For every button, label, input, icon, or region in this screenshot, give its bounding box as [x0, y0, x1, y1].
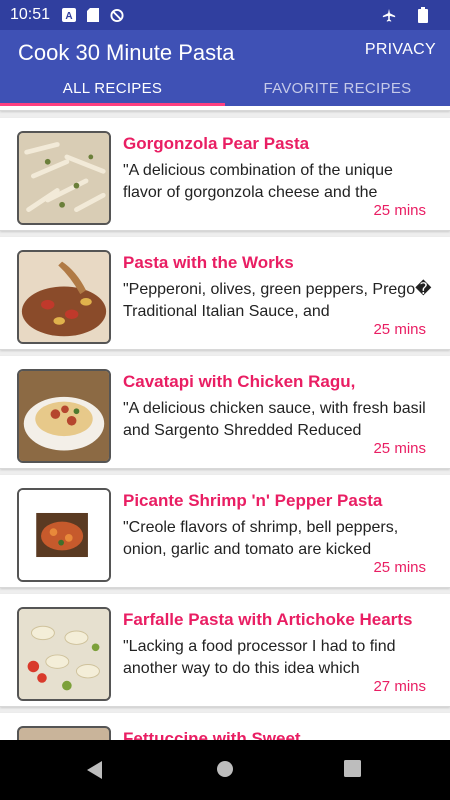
navigation-bar	[0, 740, 450, 800]
home-icon[interactable]	[216, 760, 236, 780]
recipe-title: Picante Shrimp 'n' Pepper Pasta	[123, 491, 383, 510]
recipe-card[interactable]: Gorgonzola Pear Pasta "A delicious combi…	[0, 118, 450, 231]
recipe-title: Farfalle Pasta with Artichoke Hearts	[123, 610, 413, 629]
back-icon[interactable]	[86, 760, 106, 780]
recipe-card[interactable]: Farfalle Pasta with Artichoke Hearts "La…	[0, 594, 450, 707]
no-data-icon	[110, 8, 124, 22]
recipe-description: "Creole flavors of shrimp, bell peppers,…	[123, 519, 399, 558]
recipe-card[interactable]: Cavatapi with Chicken Ragu, "A delicious…	[0, 356, 450, 469]
app-title: Cook 30 Minute Pasta	[18, 40, 235, 65]
status-time: 10:51	[10, 6, 51, 23]
recipe-description: "A delicious combination of the unique f…	[123, 162, 393, 201]
recents-icon[interactable]	[344, 760, 364, 780]
recipe-card[interactable]: Picante Shrimp 'n' Pepper Pasta "Creole …	[0, 475, 450, 588]
tab-all-recipes[interactable]: ALL RECIPES	[0, 74, 225, 106]
recipe-time: 25 mins	[373, 321, 426, 338]
tab-bar: ALL RECIPES FAVORITE RECIPES	[0, 74, 450, 106]
recipe-image	[17, 369, 111, 463]
recipe-time: 27 mins	[373, 678, 426, 695]
svg-text:A: A	[65, 11, 72, 22]
status-bar: 10:51 A	[0, 0, 450, 30]
tab-favorite-recipes[interactable]: FAVORITE RECIPES	[225, 74, 450, 106]
recipe-description: "Pepperoni, olives, green peppers, Prego…	[123, 281, 432, 320]
privacy-button[interactable]: PRIVACY	[365, 41, 436, 59]
recipe-image	[17, 131, 111, 225]
recipe-card[interactable]: Fettuccine with Sweet	[0, 713, 450, 740]
recipe-time: 25 mins	[373, 202, 426, 219]
a-icon: A	[62, 8, 77, 22]
sd-card-icon	[86, 8, 100, 22]
recipe-title: Pasta with the Works	[123, 253, 294, 272]
recipe-time: 25 mins	[373, 559, 426, 576]
recipe-card[interactable]: Pasta with the Works "Pepperoni, olives,…	[0, 237, 450, 350]
recipe-description: "A delicious chicken sauce, with fresh b…	[123, 400, 426, 439]
recipe-list[interactable]: Gorgonzola Pear Pasta "A delicious combi…	[0, 106, 450, 740]
recipe-card[interactable]	[0, 106, 450, 111]
recipe-title: Cavatapi with Chicken Ragu,	[123, 372, 356, 391]
recipe-image	[17, 607, 111, 701]
recipe-title: Gorgonzola Pear Pasta	[123, 134, 310, 153]
app-bar: Cook 30 Minute Pasta PRIVACY ALL RECIPES…	[0, 30, 450, 106]
recipe-description: "Lacking a food processor I had to find …	[123, 638, 396, 677]
recipe-image	[17, 250, 111, 344]
recipe-image	[17, 726, 111, 740]
recipe-time: 25 mins	[373, 440, 426, 457]
recipe-title: Fettuccine with Sweet	[123, 729, 301, 740]
recipe-image	[17, 488, 111, 582]
battery-icon	[416, 7, 430, 23]
airplane-icon	[382, 8, 396, 22]
